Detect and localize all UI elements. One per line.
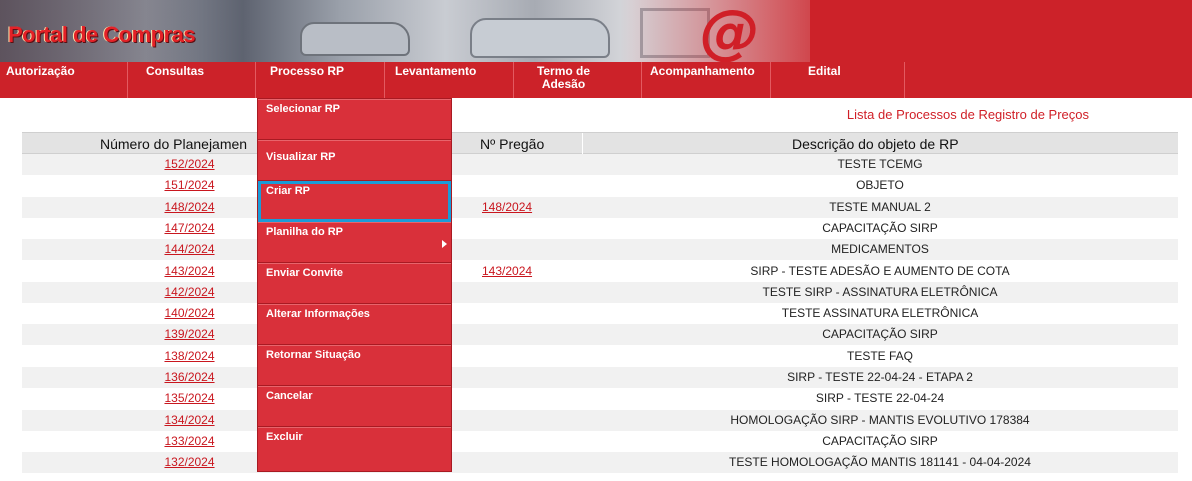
table-row: 148/2024 148/2024 TESTE MANUAL 2 — [22, 196, 1178, 218]
table-row: 151/2024 OBJETO — [22, 175, 1178, 196]
table-row: 152/2024 TESTE TCEMG — [22, 154, 1178, 175]
menu-item-label: Excluir — [266, 431, 303, 443]
header-pregao[interactable]: Nº Pregão — [480, 136, 544, 152]
table-row: 142/2024 TESTE SIRP - ASSINATURA ELETRÔNI… — [22, 281, 1178, 303]
header-banner: @ Portal de Compras — [0, 0, 1192, 62]
table-row: 134/2024 HOMOLOGAÇÃO SIRP - MANTIS EVOLUT… — [22, 409, 1178, 431]
menu-item-alterar-informacoes[interactable]: Alterar Informações — [258, 304, 451, 345]
nav-autorizacao[interactable]: Autorização — [0, 62, 128, 98]
menu-item-label: Enviar Convite — [266, 267, 344, 279]
descricao-cell: TESTE ASSINATURA ELETRÔNICA — [781, 306, 979, 321]
menu-item-label: Criar RP — [266, 185, 311, 197]
table-row: 140/2024 TESTE ASSINATURA ELETRÔNICA — [22, 303, 1178, 324]
descricao-cell: TESTE SIRP - ASSINATURA ELETRÔNICA — [762, 284, 998, 299]
table-row: 138/2024 TESTE FAQ — [22, 346, 1178, 367]
table-row: 147/2024 CAPACITAÇÃO SIRP — [22, 218, 1178, 239]
table-row: 139/2024 CAPACITAÇÃO SIRP — [22, 324, 1178, 346]
table-row: 133/2024 CAPACITAÇÃO SIRP — [22, 431, 1178, 452]
menu-item-label: Visualizar RP — [266, 151, 336, 163]
menu-item-label: Selecionar RP — [266, 103, 340, 115]
menu-item-criar-rp[interactable]: Criar RP — [258, 181, 451, 222]
descricao-cell: SIRP - TESTE 22-04-24 - ETAPA 2 — [787, 370, 973, 384]
menu-item-excluir[interactable]: Excluir — [258, 427, 451, 472]
menu-item-label: Retornar Situação — [266, 349, 361, 361]
descricao-cell: TESTE FAQ — [846, 348, 913, 363]
descricao-cell: SIRP - TESTE ADESÃO E AUMENTO DE COTA — [750, 263, 1010, 278]
descricao-cell: TESTE HOMOLOGAÇÃO MANTIS 181141 - 04-04-… — [729, 455, 1031, 470]
pregao-link[interactable]: 143/2024 — [482, 264, 542, 278]
main-nav: Autorização Consultas Processo RP Levant… — [0, 62, 1192, 98]
menu-item-selecionar-rp[interactable]: Selecionar RP — [258, 99, 451, 140]
nav-termo-adesao[interactable]: Termo de Adesão — [514, 62, 642, 98]
menu-item-enviar-convite[interactable]: Enviar Convite — [258, 263, 451, 304]
header-descricao[interactable]: Descrição do objeto de RP — [792, 136, 959, 152]
submenu-arrow-icon — [442, 240, 447, 248]
car-image — [300, 22, 410, 56]
descricao-cell: SIRP - TESTE 22-04-24 — [815, 391, 945, 406]
menu-item-label: Planilha do RP — [266, 226, 344, 238]
table-row: 132/2024 TESTE HOMOLOGAÇÃO MANTIS 181141 … — [22, 452, 1178, 474]
table-row: 144/2024 MEDICAMENTOS — [22, 239, 1178, 261]
menu-item-label: Cancelar — [266, 390, 313, 402]
nav-levantamento[interactable]: Levantamento — [385, 62, 514, 98]
menu-item-retornar-situacao[interactable]: Retornar Situação — [258, 345, 451, 386]
nav-acompanhamento[interactable]: Acompanhamento — [642, 62, 771, 98]
header-numero[interactable]: Número do Planejamen — [100, 136, 247, 152]
descricao-cell: OBJETO — [856, 178, 904, 193]
nav-processo-rp[interactable]: Processo RP — [256, 62, 385, 98]
processo-rp-dropdown: Selecionar RP Visualizar RP Criar RP Pla… — [257, 98, 452, 472]
list-title: Lista de Processos de Registro de Preços — [846, 107, 1089, 122]
descricao-cell: CAPACITAÇÃO SIRP — [822, 433, 938, 448]
menu-item-label: Alterar Informações — [266, 308, 370, 320]
descricao-cell: MEDICAMENTOS — [831, 242, 929, 257]
table-row: 136/2024 SIRP - TESTE 22-04-24 - ETAPA 2 — [22, 367, 1178, 388]
descricao-cell: CAPACITAÇÃO SIRP — [822, 327, 938, 342]
descricao-cell: TESTE TCEMG — [837, 157, 923, 171]
descricao-cell: CAPACITAÇÃO SIRP — [822, 220, 938, 235]
portal-logo[interactable]: Portal de Compras — [8, 22, 196, 48]
menu-item-planilha-rp[interactable]: Planilha do RP — [258, 222, 451, 263]
descricao-cell: TESTE MANUAL 2 — [829, 199, 931, 214]
at-logo-icon: @ — [700, 0, 760, 62]
pregao-link[interactable]: 148/2024 — [482, 200, 542, 214]
table-header: Número do Planejamen Nº Pregão Descrição… — [22, 132, 1178, 155]
nav-edital[interactable]: Edital — [771, 62, 905, 98]
nav-consultas[interactable]: Consultas — [128, 62, 256, 98]
descricao-cell: HOMOLOGAÇÃO SIRP - MANTIS EVOLUTIVO 1783… — [730, 412, 1030, 427]
table-row: 143/2024 143/2024 SIRP - TESTE ADESÃO E AU… — [22, 261, 1178, 282]
car-image — [470, 18, 610, 58]
table-row: 135/2024 SIRP - TESTE 22-04-24 — [22, 388, 1178, 409]
menu-item-visualizar-rp[interactable]: Visualizar RP — [258, 140, 451, 181]
menu-item-cancelar[interactable]: Cancelar — [258, 386, 451, 427]
